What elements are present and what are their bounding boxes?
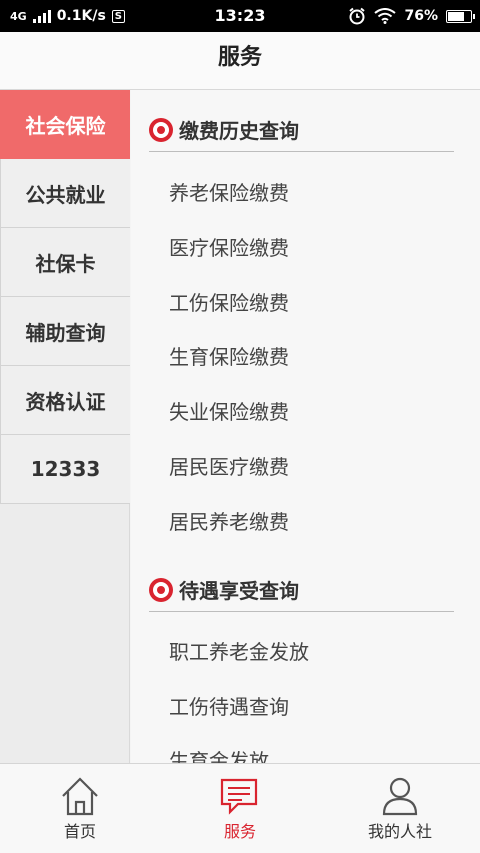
sidebar-item-social-insurance[interactable]: 社会保险	[0, 90, 130, 159]
alarm-icon	[349, 7, 366, 25]
list-item[interactable]: 工伤待遇查询	[169, 687, 289, 727]
list-item[interactable]: 职工养老金发放	[169, 632, 309, 672]
chat-icon	[220, 778, 258, 815]
list-item[interactable]: 居民养老缴费	[169, 502, 289, 542]
sidebar-item-12333[interactable]: 12333	[0, 435, 130, 504]
target-icon	[149, 117, 173, 142]
section-title: 缴费历史查询	[179, 119, 299, 143]
status-bar: 4G 0.1K/s S 13:23 76%	[0, 0, 480, 32]
battery-icon	[446, 9, 475, 23]
sidebar-item-auxiliary-query[interactable]: 辅助查询	[0, 297, 130, 366]
target-icon	[149, 577, 173, 602]
home-icon	[62, 777, 98, 816]
battery-percent: 76%	[404, 8, 438, 24]
nav-my-profile[interactable]: 我的人社	[320, 764, 480, 853]
wifi-icon	[374, 8, 397, 24]
list-item[interactable]: 生育保险缴费	[169, 337, 289, 377]
list-item[interactable]: 生育金发放	[169, 741, 269, 763]
bottom-nav: 首页 服务 我的人社	[0, 763, 480, 853]
section-title: 待遇享受查询	[179, 579, 299, 603]
nav-my-profile-label: 我的人社	[367, 822, 432, 841]
list-item[interactable]: 居民医疗缴费	[169, 447, 289, 487]
nav-service[interactable]: 服务	[160, 764, 320, 853]
nav-home[interactable]: 首页	[0, 764, 160, 853]
nav-home-label: 首页	[63, 822, 96, 841]
page-title: 服务	[0, 32, 480, 90]
list-item[interactable]: 工伤保险缴费	[169, 283, 289, 323]
list-item[interactable]: 医疗保险缴费	[169, 228, 289, 268]
service-content: 缴费历史查询 养老保险缴费 医疗保险缴费 工伤保险缴费 生育保险缴费 失业保险缴…	[131, 90, 480, 763]
user-icon	[382, 777, 418, 816]
sidebar-item-social-security-card[interactable]: 社保卡	[0, 228, 130, 297]
list-item[interactable]: 失业保险缴费	[169, 392, 289, 432]
sidebar: 社会保险 公共就业 社保卡 辅助查询 资格认证 12333	[0, 90, 130, 763]
sidebar-item-public-employment[interactable]: 公共就业	[0, 159, 130, 228]
nav-service-label: 服务	[223, 822, 256, 841]
list-item[interactable]: 养老保险缴费	[169, 173, 289, 213]
section-header: 缴费历史查询	[149, 108, 454, 152]
section-header: 待遇享受查询	[149, 568, 454, 612]
sidebar-item-qualification-cert[interactable]: 资格认证	[0, 366, 130, 435]
